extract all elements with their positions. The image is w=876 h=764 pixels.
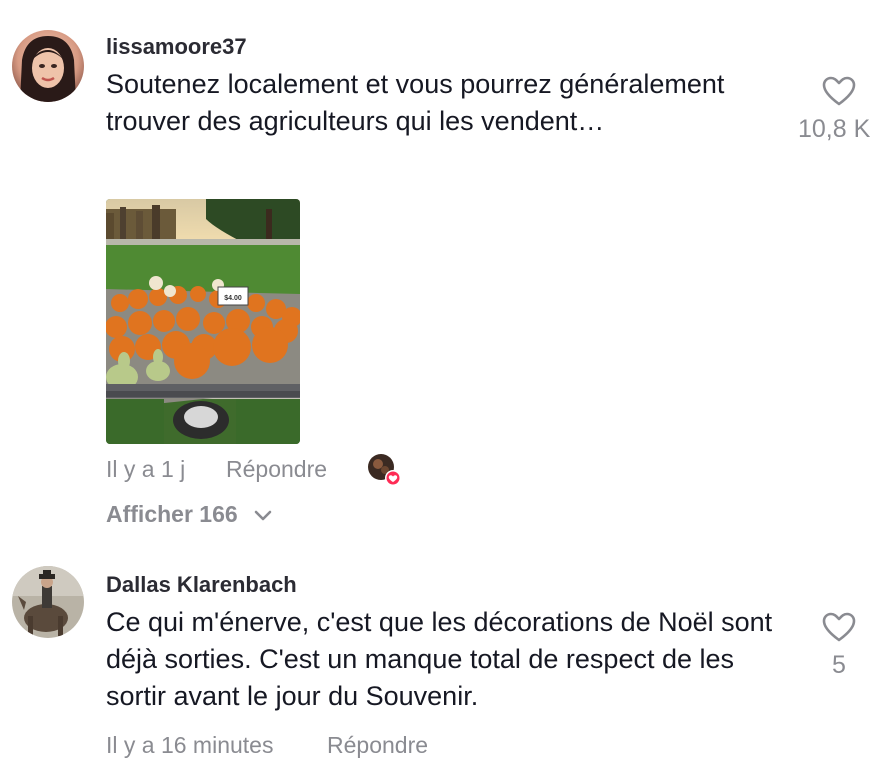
comment-username[interactable]: lissamoore37 [106, 34, 247, 60]
heart-icon [822, 76, 856, 106]
like-count: 5 [832, 651, 846, 679]
view-replies-label: Afficher 166 [106, 501, 238, 527]
reply-button[interactable]: Répondre [226, 456, 327, 483]
comment-timestamp: Il y a 1 j [106, 456, 186, 482]
avatar[interactable] [12, 566, 84, 638]
like-button[interactable]: 5 [806, 612, 872, 680]
creator-liked-badge [367, 453, 401, 487]
avatar[interactable] [12, 30, 84, 102]
comment-timestamp: Il y a 16 minutes [106, 732, 274, 758]
like-count: 10,8 K [798, 115, 871, 143]
like-button[interactable]: 10,8 K [796, 76, 876, 144]
reply-button[interactable]: Répondre [327, 732, 428, 759]
chevron-down-icon [254, 510, 272, 521]
comment-photo[interactable]: $4.00 [106, 199, 300, 444]
view-replies-button[interactable]: Afficher 166 [106, 501, 272, 528]
comment-username[interactable]: Dallas Klarenbach [106, 572, 297, 598]
comment-text: Soutenez localement et vous pourrez géné… [106, 69, 725, 136]
heart-icon [822, 612, 856, 642]
price-sign: $4.00 [224, 295, 242, 302]
comment-text: Ce qui m'énerve, c'est que les décoratio… [106, 607, 773, 711]
